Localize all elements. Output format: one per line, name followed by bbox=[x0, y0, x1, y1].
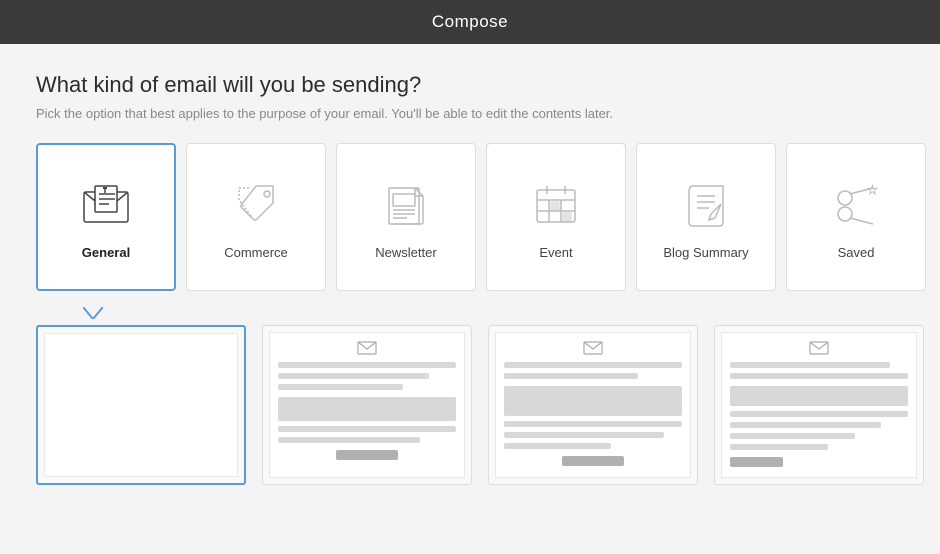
email-type-saved[interactable]: Saved bbox=[786, 143, 926, 291]
event-icon bbox=[526, 175, 586, 235]
commerce-icon bbox=[226, 175, 286, 235]
newsletter-icon bbox=[376, 175, 436, 235]
template-preview-list bbox=[36, 325, 904, 485]
template-2[interactable] bbox=[488, 325, 698, 485]
top-bar: Compose bbox=[0, 0, 940, 44]
email-type-blog-summary[interactable]: Blog Summary bbox=[636, 143, 776, 291]
page-subtitle: Pick the option that best applies to the… bbox=[36, 106, 904, 121]
general-label: General bbox=[82, 245, 130, 260]
commerce-label: Commerce bbox=[224, 245, 288, 260]
blog-summary-label: Blog Summary bbox=[663, 245, 748, 260]
blog-summary-icon bbox=[676, 175, 736, 235]
app-title: Compose bbox=[432, 12, 508, 32]
template-blank[interactable] bbox=[36, 325, 246, 485]
selected-indicator bbox=[36, 307, 904, 319]
email-type-general[interactable]: General bbox=[36, 143, 176, 291]
email-type-commerce[interactable]: Commerce bbox=[186, 143, 326, 291]
general-icon bbox=[76, 175, 136, 235]
email-type-list: General Commerce bbox=[36, 143, 904, 291]
saved-label: Saved bbox=[838, 245, 875, 260]
newsletter-label: Newsletter bbox=[375, 245, 436, 260]
email-type-event[interactable]: Event bbox=[486, 143, 626, 291]
page-title: What kind of email will you be sending? bbox=[36, 72, 904, 98]
email-type-newsletter[interactable]: Newsletter bbox=[336, 143, 476, 291]
template-3[interactable] bbox=[714, 325, 924, 485]
saved-icon bbox=[826, 175, 886, 235]
event-label: Event bbox=[539, 245, 572, 260]
main-content: What kind of email will you be sending? … bbox=[0, 44, 940, 505]
template-1[interactable] bbox=[262, 325, 472, 485]
